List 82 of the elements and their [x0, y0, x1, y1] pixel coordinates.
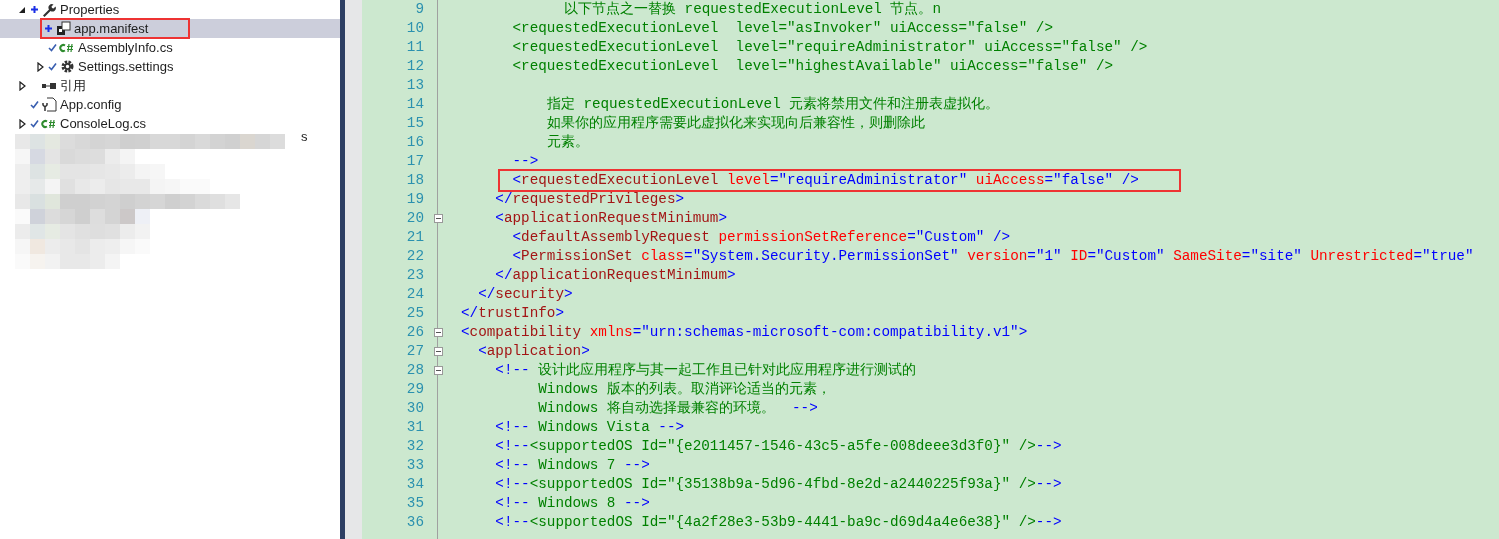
code-line: <compatibility xmlns="urn:schemas-microsoft-com:compatibility.v1"> — [461, 322, 1028, 342]
line-number: 28 — [405, 360, 424, 380]
code-line: <!-- 设计此应用程序与其一起工作且已针对此应用程序进行测试的 — [495, 360, 917, 380]
tree-item[interactable]: app.manifest — [0, 19, 340, 38]
code-line: <!--<supportedOS Id="{e2011457-1546-43c5-a5fe-008deee3d3f0}" />--> — [495, 436, 1062, 456]
tree-item-label: Properties — [60, 0, 120, 19]
line-number: 16 — [405, 132, 424, 152]
line-number: 29 — [405, 379, 424, 399]
code-line: 以下节点之一替换 requestedExecutionLevel 节点。n — [563, 0, 942, 19]
code-line: --> — [512, 151, 539, 171]
document-icon — [55, 21, 71, 36]
reference-icon — [41, 81, 57, 90]
code-line: <requestedExecutionLevel level="asInvoker" uiAccess="false" /> — [512, 18, 1053, 38]
code-line: <!-- Windows Vista --> — [495, 417, 685, 437]
code-line: <requestedExecutionLevel level="requireAdministrator" uiAccess="false" /> — [512, 37, 1148, 57]
tree-item-label: app.manifest — [74, 19, 149, 38]
wrench-icon — [42, 2, 56, 17]
line-number: 32 — [405, 436, 424, 456]
line-number: 13 — [405, 75, 424, 95]
line-number: 10 — [405, 18, 424, 38]
tree-item[interactable]: AssemblyInfo.cs — [0, 38, 340, 57]
code-line: Windows 版本的列表。取消评论适当的元素， — [538, 379, 831, 399]
line-number: 12 — [405, 56, 424, 76]
line-number: 27 — [405, 341, 424, 361]
tree-item[interactable]: Properties — [0, 0, 340, 19]
code-line: <applicationRequestMinimum> — [495, 208, 727, 228]
line-number: 36 — [405, 512, 424, 532]
config-file-icon — [41, 97, 57, 112]
line-number: 14 — [405, 94, 424, 114]
line-number: 35 — [405, 493, 424, 513]
tree-item-label: AssemblyInfo.cs — [78, 38, 173, 57]
line-number: 26 — [405, 322, 424, 342]
collapse-icon[interactable] — [433, 347, 443, 356]
line-number: 33 — [405, 455, 424, 475]
code-line: <!-- Windows 8 --> — [495, 493, 650, 513]
collapsed-triangle-icon[interactable] — [36, 61, 44, 72]
line-number: 20 — [405, 208, 424, 228]
code-line: </security> — [478, 284, 573, 304]
code-line: <PermissionSet class="System.Security.PermissionSet" version="1" ID="Custom" SameSite="site" Unrestricted="true" — [512, 246, 1474, 266]
gear-icon — [59, 59, 75, 74]
code-line: <!-- Windows 7 --> — [495, 455, 650, 475]
code-line: <defaultAssemblyRequest permissionSetReference="Custom" /> — [512, 227, 1011, 247]
tree-item[interactable]: Settings.settings — [0, 57, 340, 76]
code-line: 如果你的应用程序需要此虚拟化来实现向后兼容性，则删除此 — [546, 113, 925, 133]
collapsed-triangle-icon[interactable] — [18, 118, 26, 129]
code-line: 指定 requestedExecutionLevel 元素将禁用文件和注册表虚拟化。 — [546, 94, 1000, 114]
code-line: <!--<supportedOS Id="{35138b9a-5d96-4fbd-8e2d-a2440225f93a}" />--> — [495, 474, 1062, 494]
line-number: 30 — [405, 398, 424, 418]
line-number: 19 — [405, 189, 424, 209]
code-line: </requestedPrivileges> — [495, 189, 685, 209]
collapse-icon[interactable] — [433, 366, 443, 375]
line-number: 31 — [405, 417, 424, 437]
line-number: 21 — [405, 227, 424, 247]
code-line: 元素。 — [546, 132, 589, 152]
tree-item[interactable]: App.config — [0, 95, 340, 114]
line-number: 15 — [405, 113, 424, 133]
tree-item-label: ConsoleLog.cs — [60, 114, 146, 133]
line-number: 34 — [405, 474, 424, 494]
line-number: 24 — [405, 284, 424, 304]
line-number: 22 — [405, 246, 424, 266]
tree-item-label: Settings.settings — [78, 57, 174, 76]
collapse-icon[interactable] — [433, 328, 443, 337]
line-number: 23 — [405, 265, 424, 285]
tree-item-label: App.config — [60, 95, 122, 114]
expanded-triangle-icon[interactable] — [18, 5, 26, 14]
csharp-file-icon — [59, 42, 75, 53]
collapsed-triangle-icon[interactable] — [18, 80, 26, 91]
collapse-icon[interactable] — [433, 214, 443, 223]
code-line: <application> — [478, 341, 590, 361]
code-line: </trustInfo> — [461, 303, 564, 323]
code-line: <requestedExecutionLevel level="highestAvailable" uiAccess="false" /> — [512, 56, 1114, 76]
code-line: <!--<supportedOS Id="{4a2f28e3-53b9-4441-ba9c-d69d4a4e6e38}" />--> — [495, 512, 1062, 532]
code-line: Windows 将自动选择最兼容的环境。 --> — [538, 398, 818, 418]
line-number: 9 — [414, 0, 424, 19]
tree-item[interactable]: 引用 — [0, 76, 340, 95]
line-number: 25 — [405, 303, 424, 323]
line-number: 11 — [405, 37, 424, 57]
line-number: 18 — [405, 170, 424, 190]
tree-item-label: 引用 — [60, 76, 86, 95]
line-number: 17 — [405, 151, 424, 171]
csharp-file-icon — [41, 118, 57, 129]
code-line: </applicationRequestMinimum> — [495, 265, 736, 285]
